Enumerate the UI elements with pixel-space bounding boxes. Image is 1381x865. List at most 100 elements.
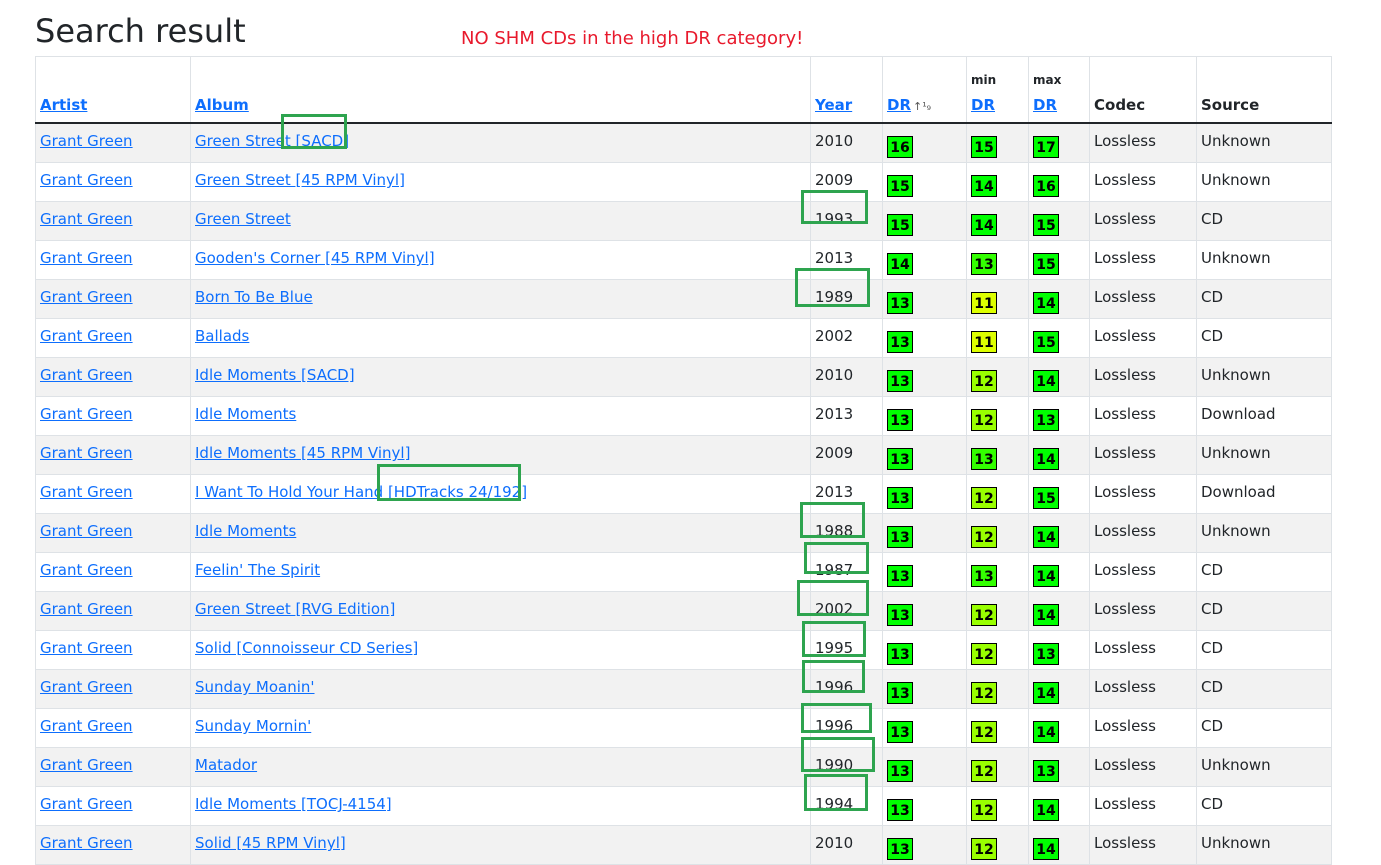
- album-link[interactable]: Idle Moments [45 RPM Vinyl]: [195, 444, 410, 462]
- dr-badge: 13: [887, 799, 913, 821]
- source-value: Unknown: [1201, 444, 1271, 462]
- source-cell: CD: [1196, 669, 1332, 709]
- min-dr-badge: 12: [971, 721, 997, 743]
- artist-link[interactable]: Grant Green: [40, 717, 133, 735]
- max-dr-cell: 13: [1028, 396, 1090, 436]
- artist-link[interactable]: Grant Green: [40, 132, 133, 150]
- sort-album-link[interactable]: Album: [195, 96, 249, 114]
- max-dr-badge: 14: [1033, 838, 1059, 860]
- codec-value: Lossless: [1094, 132, 1156, 150]
- year-cell: 2009: [810, 162, 883, 202]
- album-link[interactable]: Green Street: [195, 210, 291, 228]
- artist-link[interactable]: Grant Green: [40, 405, 133, 423]
- sort-min-dr-link[interactable]: DR: [971, 96, 995, 114]
- artist-link[interactable]: Grant Green: [40, 834, 133, 852]
- codec-value: Lossless: [1094, 756, 1156, 774]
- year-cell: 2009: [810, 435, 883, 475]
- max-dr-cell: 14: [1028, 435, 1090, 475]
- album-cell: Idle Moments [45 RPM Vinyl]: [190, 435, 811, 475]
- min-dr-badge: 14: [971, 175, 997, 197]
- year-cell: 2010: [810, 122, 883, 163]
- album-link[interactable]: Matador: [195, 756, 257, 774]
- artist-link[interactable]: Grant Green: [40, 288, 133, 306]
- dr-cell: 13: [882, 474, 967, 514]
- min-dr-badge: 11: [971, 331, 997, 353]
- source-value: Unknown: [1201, 171, 1271, 189]
- codec-value: Lossless: [1094, 444, 1156, 462]
- sort-max-dr-link[interactable]: DR: [1033, 96, 1057, 114]
- sort-artist-link[interactable]: Artist: [40, 96, 87, 114]
- min-dr-badge: 12: [971, 760, 997, 782]
- artist-cell: Grant Green: [35, 630, 191, 670]
- dr-badge: 13: [887, 604, 913, 626]
- album-link[interactable]: Sunday Moanin': [195, 678, 315, 696]
- album-link[interactable]: Idle Moments: [195, 405, 296, 423]
- dr-badge: 13: [887, 721, 913, 743]
- dr-badge: 13: [887, 292, 913, 314]
- source-value: Unknown: [1201, 756, 1271, 774]
- max-dr-cell: 14: [1028, 708, 1090, 748]
- max-dr-badge: 14: [1033, 565, 1059, 587]
- artist-link[interactable]: Grant Green: [40, 210, 133, 228]
- codec-value: Lossless: [1094, 366, 1156, 384]
- dr-cell: 13: [882, 357, 967, 397]
- codec-value: Lossless: [1094, 678, 1156, 696]
- album-cell: Sunday Mornin': [190, 708, 811, 748]
- album-link[interactable]: Born To Be Blue: [195, 288, 313, 306]
- artist-link[interactable]: Grant Green: [40, 444, 133, 462]
- max-dr-badge: 15: [1033, 331, 1059, 353]
- artist-link[interactable]: Grant Green: [40, 366, 133, 384]
- album-link[interactable]: Idle Moments: [195, 522, 296, 540]
- artist-link[interactable]: Grant Green: [40, 522, 133, 540]
- album-link[interactable]: Sunday Mornin': [195, 717, 311, 735]
- artist-link[interactable]: Grant Green: [40, 639, 133, 657]
- artist-link[interactable]: Grant Green: [40, 561, 133, 579]
- dr-badge: 13: [887, 643, 913, 665]
- album-link[interactable]: Solid [45 RPM Vinyl]: [195, 834, 346, 852]
- album-link[interactable]: Green Street [SACD]: [195, 132, 349, 150]
- dr-badge: 13: [887, 487, 913, 509]
- dr-cell: 13: [882, 630, 967, 670]
- year-value: 1988: [815, 522, 854, 540]
- dr-badge: 14: [887, 253, 913, 275]
- album-link[interactable]: I Want To Hold Your Hand [HDTracks 24/19…: [195, 483, 527, 501]
- artist-link[interactable]: Grant Green: [40, 171, 133, 189]
- year-cell: 1988: [810, 513, 883, 553]
- source-cell: Unknown: [1196, 747, 1332, 787]
- min-dr-badge: 12: [971, 643, 997, 665]
- codec-value: Lossless: [1094, 561, 1156, 579]
- source-cell: CD: [1196, 279, 1332, 319]
- dr-cell: 13: [882, 318, 967, 358]
- artist-link[interactable]: Grant Green: [40, 678, 133, 696]
- album-link[interactable]: Ballads: [195, 327, 249, 345]
- sort-numeric-icon[interactable]: ↑¹₉: [913, 100, 931, 113]
- artist-cell: Grant Green: [35, 201, 191, 241]
- codec-value: Lossless: [1094, 522, 1156, 540]
- sort-dr-link[interactable]: DR: [887, 96, 911, 114]
- album-link[interactable]: Feelin' The Spirit: [195, 561, 320, 579]
- artist-link[interactable]: Grant Green: [40, 795, 133, 813]
- album-link[interactable]: Green Street [45 RPM Vinyl]: [195, 171, 405, 189]
- dr-badge: 13: [887, 409, 913, 431]
- min-dr-cell: 12: [966, 591, 1029, 631]
- table-row: Grant Green Green Street [45 RPM Vinyl] 20…: [35, 162, 1332, 202]
- sort-year-link[interactable]: Year: [815, 96, 852, 114]
- codec-cell: Lossless: [1089, 747, 1197, 787]
- dr-badge: 15: [887, 214, 913, 236]
- album-link[interactable]: Idle Moments [TOCJ-4154]: [195, 795, 392, 813]
- artist-cell: Grant Green: [35, 552, 191, 592]
- album-link[interactable]: Solid [Connoisseur CD Series]: [195, 639, 418, 657]
- min-dr-badge: 12: [971, 526, 997, 548]
- max-dr-cell: 13: [1028, 630, 1090, 670]
- album-link[interactable]: Idle Moments [SACD]: [195, 366, 355, 384]
- album-link[interactable]: Green Street [RVG Edition]: [195, 600, 395, 618]
- dr-badge: 16: [887, 136, 913, 158]
- source-cell: CD: [1196, 318, 1332, 358]
- album-link[interactable]: Gooden's Corner [45 RPM Vinyl]: [195, 249, 435, 267]
- artist-link[interactable]: Grant Green: [40, 249, 133, 267]
- artist-link[interactable]: Grant Green: [40, 483, 133, 501]
- album-cell: Idle Moments [TOCJ-4154]: [190, 786, 811, 826]
- artist-link[interactable]: Grant Green: [40, 756, 133, 774]
- artist-link[interactable]: Grant Green: [40, 600, 133, 618]
- artist-link[interactable]: Grant Green: [40, 327, 133, 345]
